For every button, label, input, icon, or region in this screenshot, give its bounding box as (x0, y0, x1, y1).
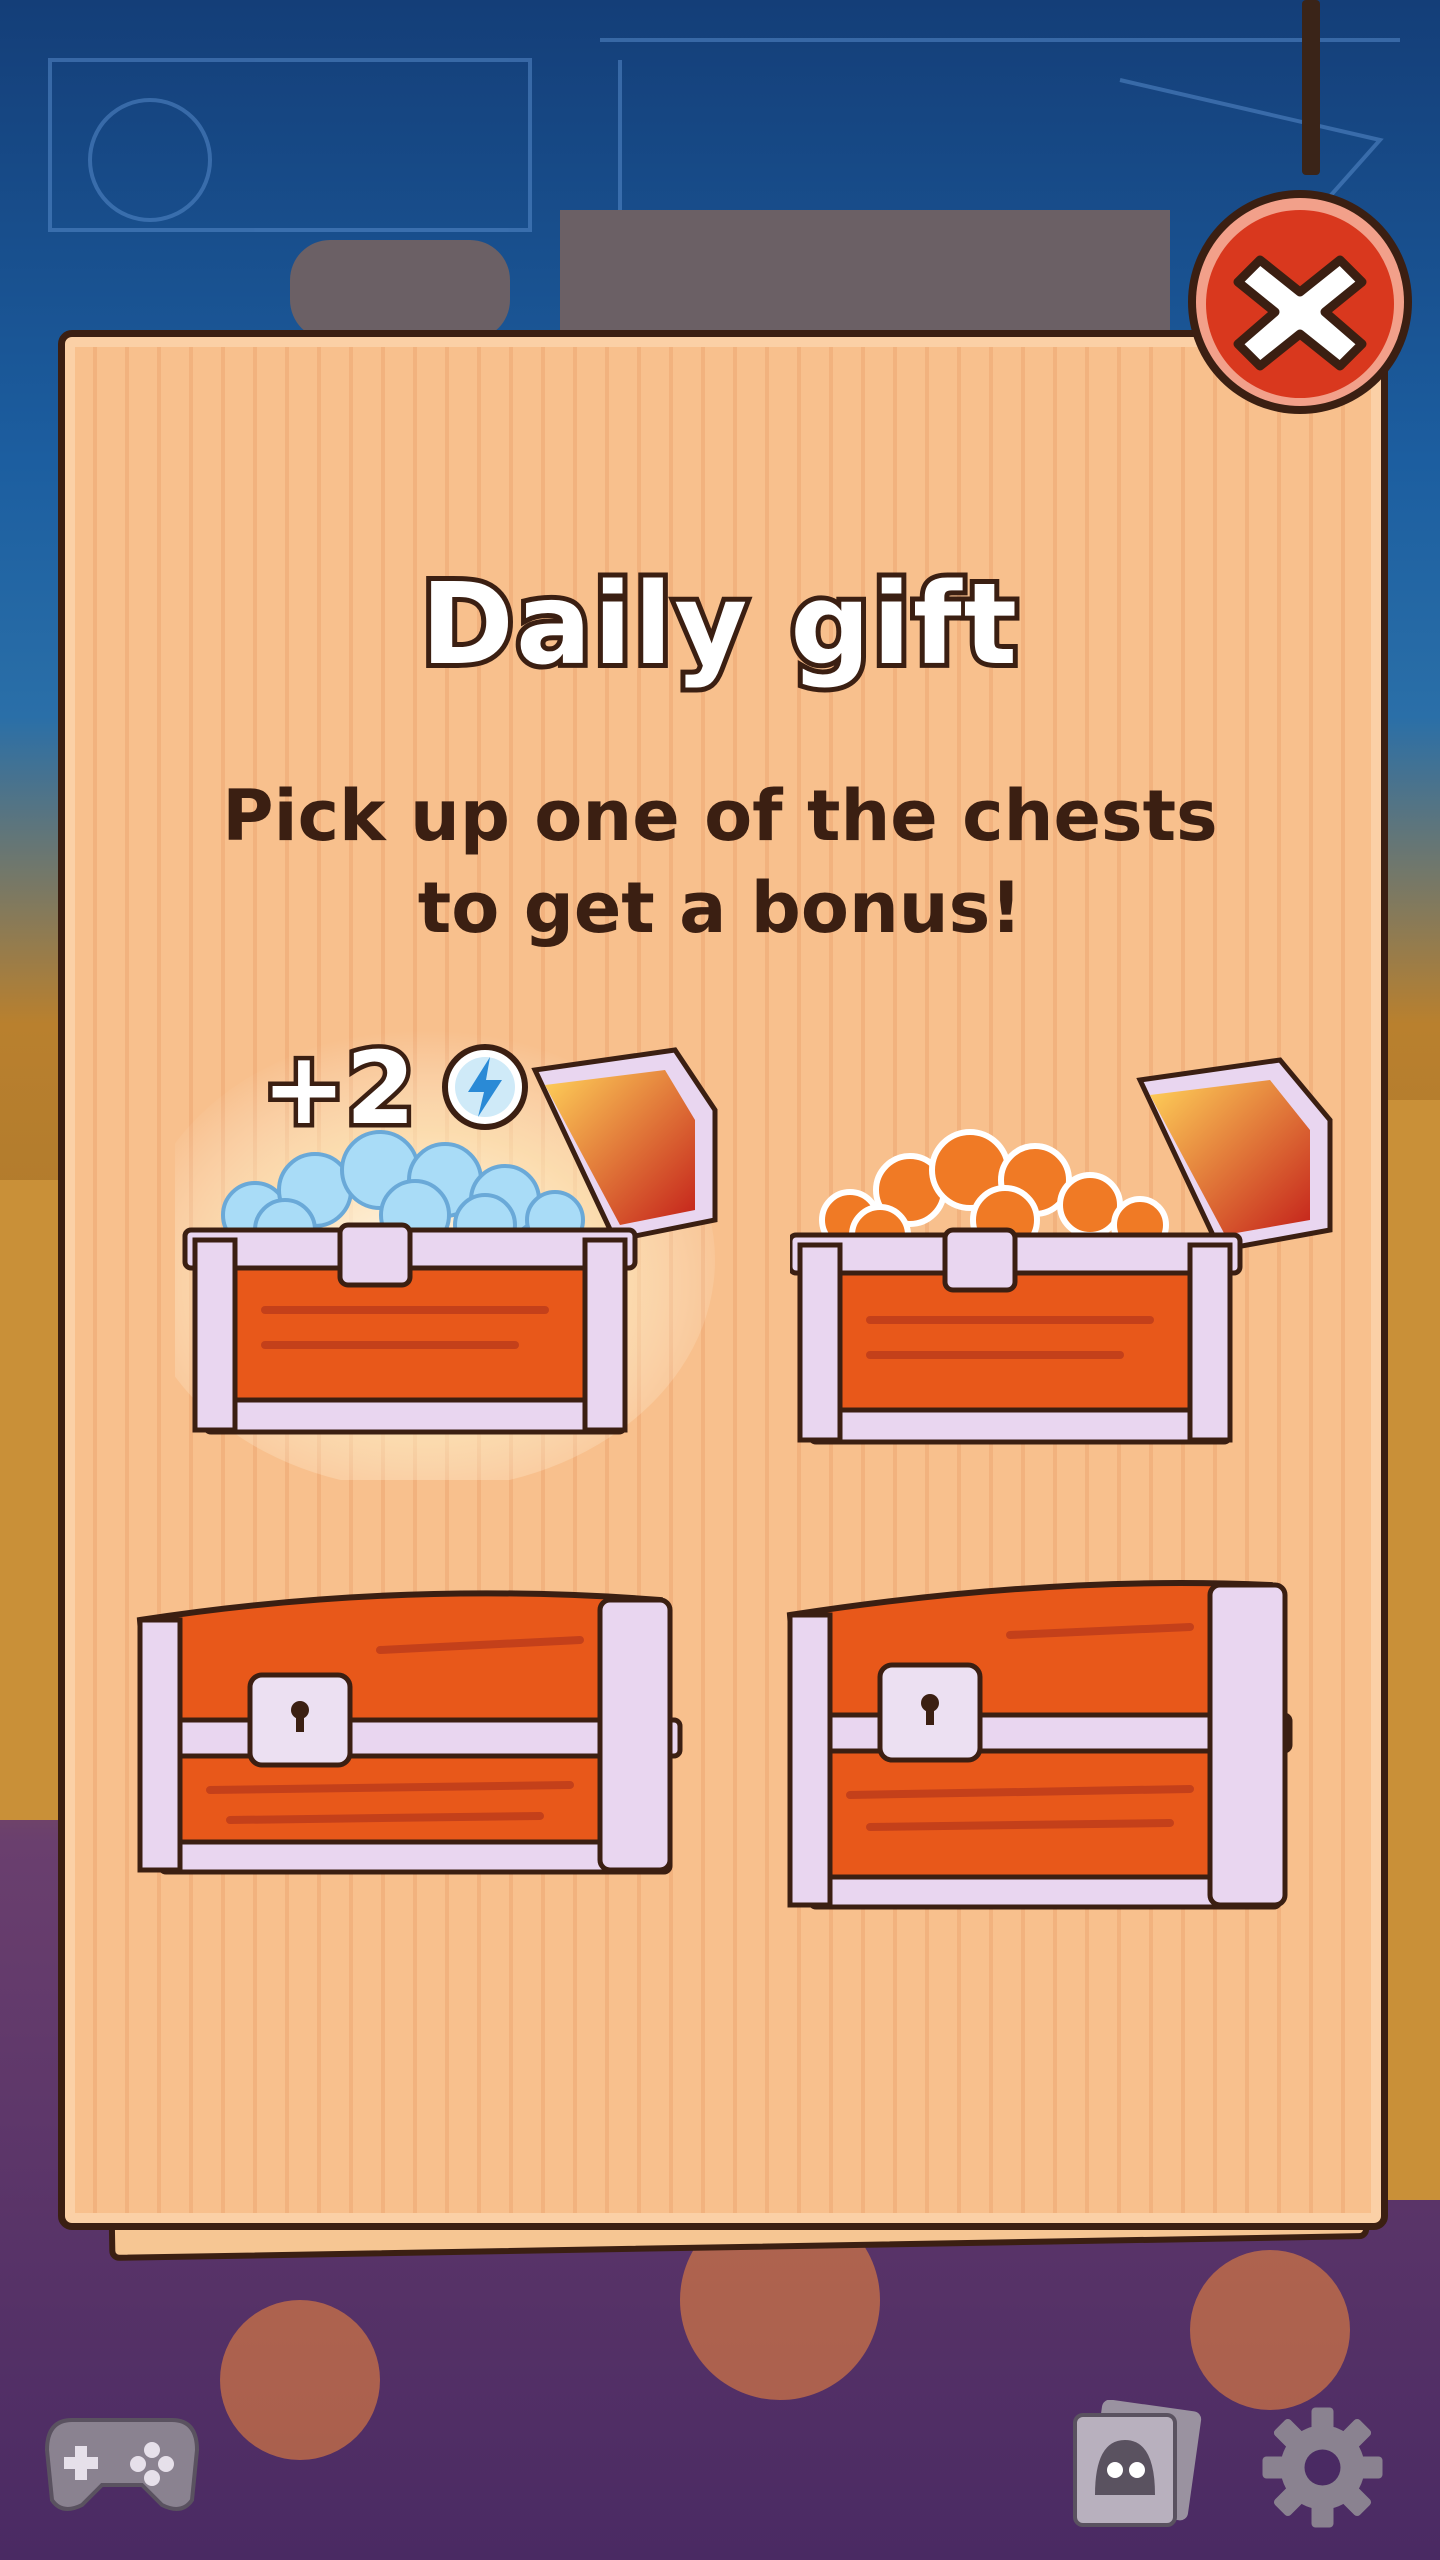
gamepad-button[interactable] (42, 2410, 202, 2520)
subtitle-line-1: Pick up one of the chests (222, 775, 1218, 857)
chest-2-opened-candy[interactable] (787, 1020, 1370, 1480)
character-cards-button[interactable] (1065, 2399, 1205, 2530)
chest-3-closed[interactable] (120, 1580, 690, 1880)
close-x-icon (1188, 190, 1412, 414)
gear-icon (1262, 2407, 1383, 2528)
close-button-rope (1302, 0, 1320, 175)
dialog-title: Daily gift (416, 555, 1022, 695)
gamepad-icon (44, 2418, 200, 2511)
reward-amount: +2 (257, 1026, 419, 1152)
subtitle-line-2: to get a bonus! (417, 867, 1023, 949)
close-button[interactable] (1180, 182, 1420, 422)
dialog-subtitle: Pick up one of the chests to get a bonus… (0, 770, 1440, 954)
settings-button[interactable] (1260, 2405, 1385, 2530)
lightning-bolt-icon (440, 1042, 530, 1132)
character-cards-icon (1073, 2399, 1202, 2527)
chest-4-closed[interactable] (770, 1555, 1340, 1925)
